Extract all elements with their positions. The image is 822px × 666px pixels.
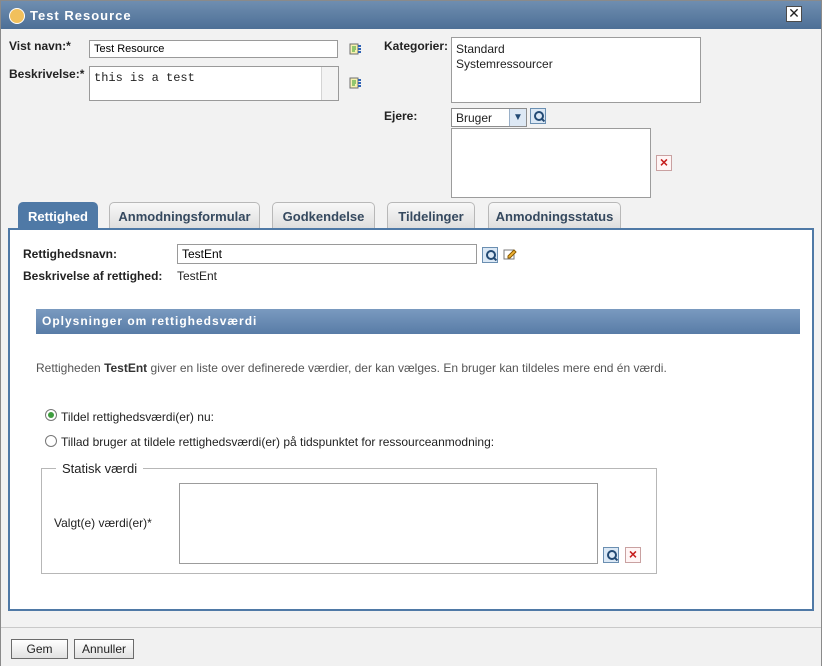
entitlement-info-suffix: giver en liste over definerede værdier, … bbox=[147, 361, 667, 375]
dialog-titlebar: Test Resource ✕ bbox=[1, 1, 821, 29]
entitlement-info-name: TestEnt bbox=[104, 361, 148, 375]
owners-label: Ejere: bbox=[384, 109, 418, 123]
owners-select-value: Bruger bbox=[456, 111, 493, 125]
tab-anmodningsstatus[interactable]: Anmodningsstatus bbox=[488, 202, 621, 228]
entitlement-name-input[interactable] bbox=[177, 244, 477, 264]
search-entitlement-button[interactable] bbox=[482, 247, 498, 263]
assign-now-label[interactable]: Tildel rettighedsværdi(er) nu: bbox=[61, 410, 214, 424]
entitlement-panel: Rettighedsnavn: Beskrivelse af rettighed… bbox=[8, 228, 814, 611]
selected-values-list[interactable] bbox=[179, 483, 598, 564]
assign-now-radio[interactable] bbox=[45, 409, 57, 421]
edit-icon[interactable] bbox=[503, 247, 517, 261]
entitlement-name-label: Rettighedsnavn: bbox=[23, 247, 118, 261]
static-value-legend: Statisk værdi bbox=[56, 461, 144, 476]
resource-dialog: Test Resource ✕ Vist navn:* Beskrivelse:… bbox=[0, 0, 822, 666]
description-value: this is a test bbox=[94, 71, 195, 85]
display-name-label: Vist navn:* bbox=[9, 39, 71, 53]
entitlement-description-value: TestEnt bbox=[177, 269, 218, 283]
localize-icon[interactable] bbox=[349, 76, 363, 90]
tab-godkendelse[interactable]: Godkendelse bbox=[272, 202, 375, 228]
close-button[interactable]: ✕ bbox=[786, 6, 802, 22]
static-value-fieldset: Statisk værdi Valgt(e) værdi(er)* × bbox=[41, 461, 657, 574]
categories-label: Kategorier: bbox=[384, 39, 449, 53]
entitlement-info-text: Rettigheden TestEnt giver en liste over … bbox=[36, 361, 667, 375]
entitlement-description-label: Beskrivelse af rettighed: bbox=[23, 269, 163, 283]
delete-owner-button[interactable]: × bbox=[656, 155, 672, 171]
delete-value-button[interactable]: × bbox=[625, 547, 641, 563]
dialog-footer: Gem Annuller bbox=[1, 627, 821, 666]
tab-bar: Rettighed Anmodningsformular Godkendelse… bbox=[18, 202, 808, 229]
entitlement-info-prefix: Rettigheden bbox=[36, 361, 105, 375]
search-value-button[interactable] bbox=[603, 547, 619, 563]
localize-icon[interactable] bbox=[349, 42, 363, 56]
selected-values-label: Valgt(e) værdi(er)* bbox=[54, 516, 152, 530]
tab-rettighed[interactable]: Rettighed bbox=[18, 202, 98, 228]
assign-at-request-radio[interactable] bbox=[45, 435, 57, 447]
cancel-button[interactable]: Annuller bbox=[74, 639, 134, 659]
save-button[interactable]: Gem bbox=[11, 639, 68, 659]
resource-icon bbox=[9, 8, 25, 24]
owners-type-select[interactable]: Bruger ▼ bbox=[451, 108, 527, 127]
tab-tildelinger[interactable]: Tildelinger bbox=[387, 202, 475, 228]
description-textarea[interactable]: this is a test bbox=[89, 66, 339, 101]
category-item[interactable]: Standard bbox=[456, 42, 505, 56]
description-label: Beskrivelse:* bbox=[9, 67, 85, 81]
search-owner-button[interactable] bbox=[530, 108, 546, 124]
assign-at-request-label[interactable]: Tillad bruger at tildele rettighedsværdi… bbox=[61, 435, 494, 449]
value-info-section-header: Oplysninger om rettighedsværdi bbox=[36, 309, 800, 334]
display-name-input[interactable] bbox=[89, 40, 338, 58]
dialog-title: Test Resource bbox=[30, 8, 132, 23]
category-item[interactable]: Systemressourcer bbox=[456, 57, 553, 71]
categories-list[interactable]: Standard Systemressourcer bbox=[451, 37, 701, 103]
owners-list[interactable] bbox=[451, 128, 651, 198]
chevron-down-icon[interactable]: ▼ bbox=[509, 109, 526, 126]
description-scrollbar[interactable] bbox=[321, 67, 338, 100]
tab-anmodningsformular[interactable]: Anmodningsformular bbox=[109, 202, 260, 228]
